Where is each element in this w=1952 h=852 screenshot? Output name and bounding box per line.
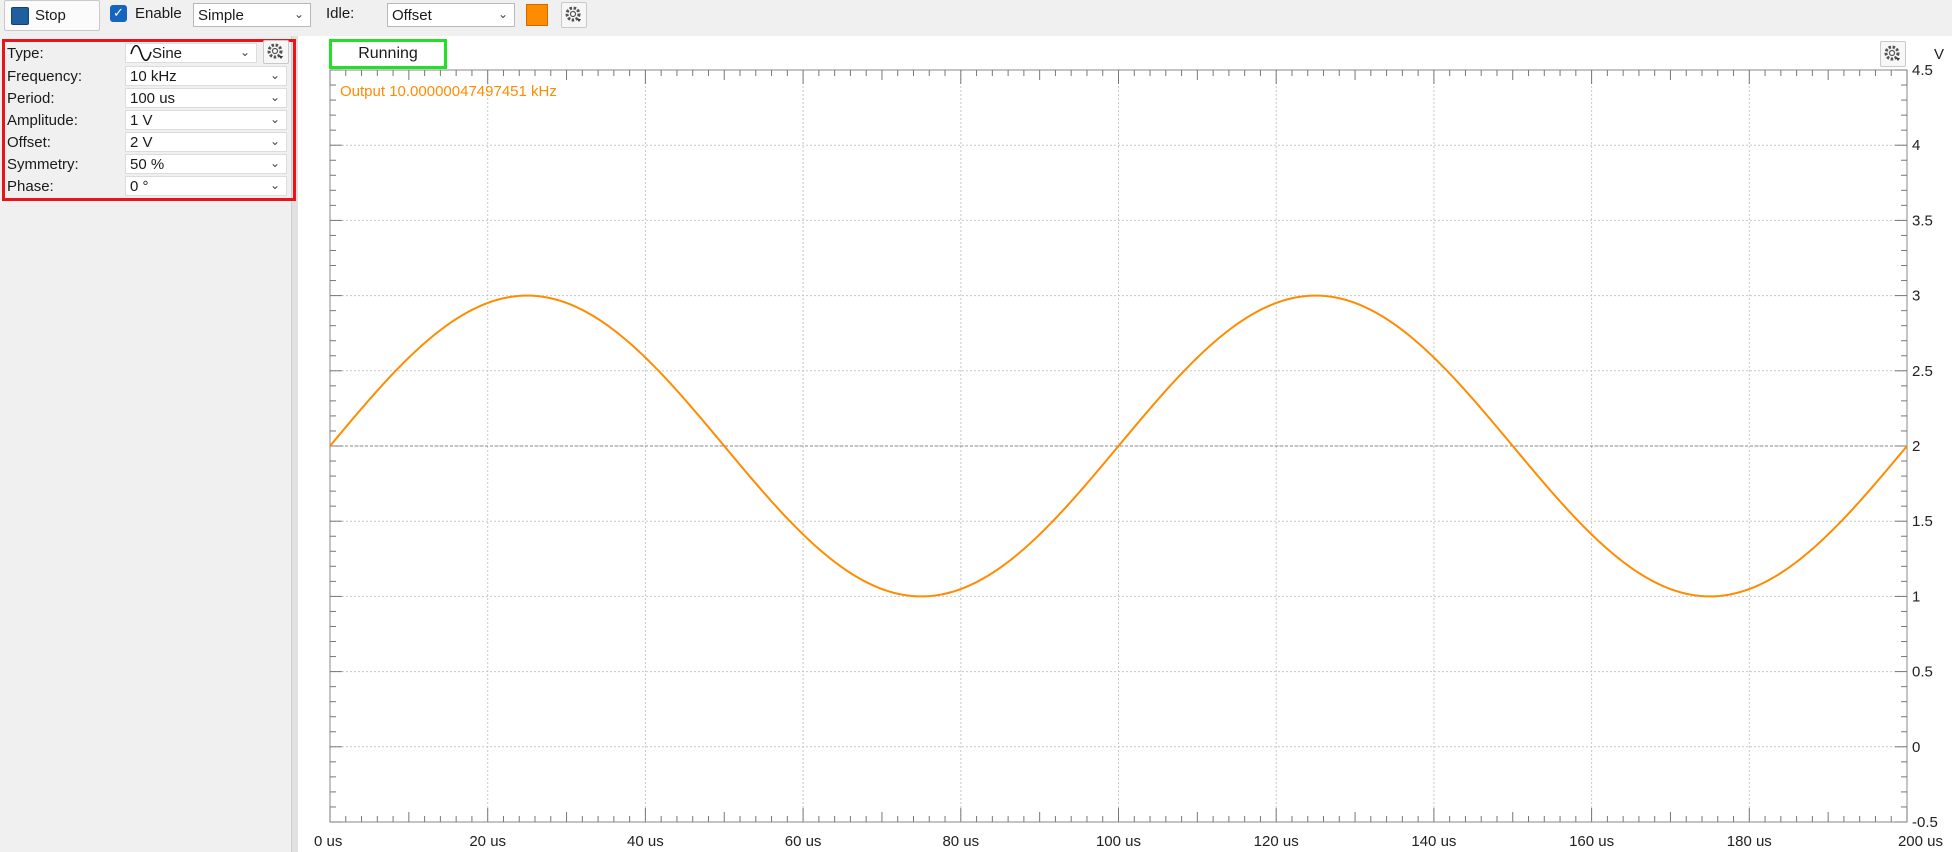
y-axis-unit-label: V — [1934, 46, 1944, 63]
y-tick-label: 2.5 — [1912, 363, 1933, 380]
status-text: Running — [358, 45, 418, 62]
y-tick-label: 4 — [1912, 137, 1920, 154]
status-badge: Running — [329, 39, 447, 69]
waveform-chart[interactable]: 0 us 20 us 40 us 60 us 80 us 100 us 120 us 140 … — [0, 0, 1952, 852]
x-tick-label: 60 us — [785, 833, 822, 850]
x-tick-label: 120 us — [1254, 833, 1299, 850]
y-tick-label: 1.5 — [1912, 513, 1933, 530]
y-tick-label: 0.5 — [1912, 664, 1933, 681]
x-tick-label: 0 us — [314, 833, 342, 850]
y-tick-label: 0 — [1912, 739, 1920, 756]
y-tick-label: 1 — [1912, 588, 1920, 605]
y-tick-label: -0.5 — [1912, 814, 1938, 831]
x-tick-label: 40 us — [627, 833, 664, 850]
chart-settings-button[interactable] — [1880, 41, 1906, 67]
x-tick-label: 100 us — [1096, 833, 1141, 850]
x-tick-label: 160 us — [1569, 833, 1614, 850]
x-tick-label: 80 us — [942, 833, 979, 850]
x-tick-label: 200 us — [1898, 833, 1943, 850]
y-tick-label: 4.5 — [1912, 62, 1933, 79]
y-tick-label: 3 — [1912, 288, 1920, 305]
y-tick-label: 2 — [1912, 438, 1920, 455]
gear-icon — [1884, 45, 1900, 61]
x-tick-label: 140 us — [1411, 833, 1456, 850]
series-legend-label: Output 10.00000047497451 kHz — [340, 83, 557, 100]
y-tick-label: 3.5 — [1912, 212, 1933, 229]
x-tick-label: 20 us — [469, 833, 506, 850]
x-tick-label: 180 us — [1727, 833, 1772, 850]
